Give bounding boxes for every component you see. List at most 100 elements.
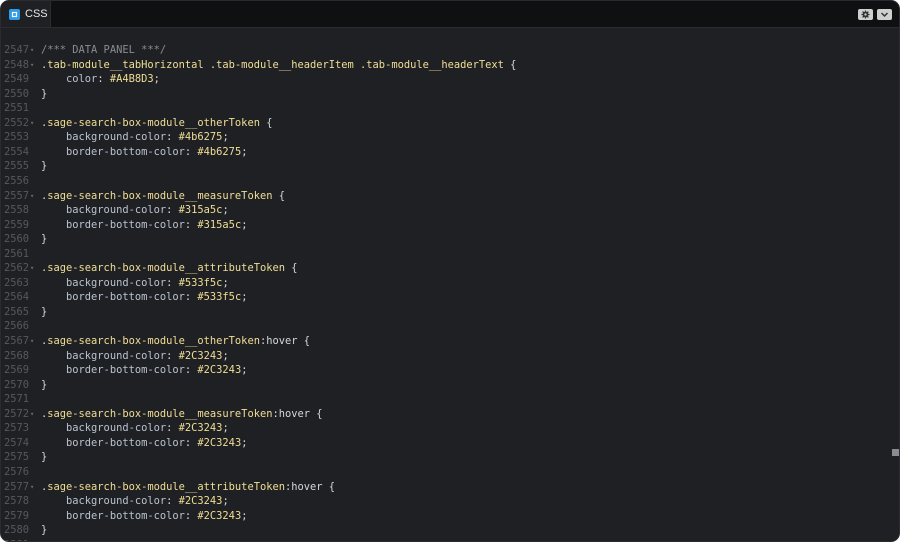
code-line[interactable]: 2566: [1, 319, 881, 334]
code-text: background-color: #4b6275;: [41, 130, 229, 145]
code-line[interactable]: 2577 ▾ .sage-search-box-module__attributeT…: [1, 480, 881, 495]
code-lines[interactable]: 2547 ▾/*** DATA PANEL ***/2548 ▾ .tab-modul…: [1, 28, 899, 541]
line-number: 2556: [4, 174, 30, 187]
code-line[interactable]: 2563 background-color: #533f5c;: [1, 276, 881, 291]
fold-arrow-icon[interactable]: ▾: [30, 116, 34, 131]
code-token: #2C3243: [178, 495, 223, 508]
code-token: }: [41, 305, 48, 318]
code-line[interactable]: 2580}: [1, 523, 881, 538]
code-line[interactable]: 2549 color: #A4B8D3;: [1, 72, 881, 87]
fold-arrow-icon[interactable]: ▾: [30, 43, 34, 58]
code-token: :hover: [284, 480, 323, 493]
code-line[interactable]: 2551: [1, 101, 881, 116]
code-line[interactable]: 2553 background-color: #4b6275;: [1, 130, 881, 145]
code-token: :: [184, 509, 198, 522]
code-line[interactable]: 2578 background-color: #2C3243;: [1, 494, 881, 509]
code-token: #2C3243: [197, 364, 242, 377]
line-number: 2552: [4, 116, 30, 129]
code-text: .sage-search-box-module__measureToken {: [41, 189, 285, 204]
line-number: 2567: [4, 335, 30, 347]
code-line[interactable]: 2569 border-bottom-color: #2C3243;: [1, 363, 881, 378]
code-line[interactable]: 2574 border-bottom-color: #2C3243;: [1, 436, 881, 451]
line-number: 2574: [4, 436, 30, 449]
fold-arrow-icon[interactable]: ▾: [30, 58, 34, 73]
code-token: :: [166, 131, 179, 144]
code-line[interactable]: 2554 border-bottom-color: #4b6275;: [1, 145, 881, 160]
code-line[interactable]: 2565}: [1, 305, 881, 320]
code-line[interactable]: 2555}: [1, 159, 881, 174]
code-token: :hover: [272, 407, 311, 420]
code-line[interactable]: 2570}: [1, 378, 881, 393]
code-line[interactable]: 2562 ▾ .sage-search-box-module__attributeT…: [1, 261, 881, 276]
fold-arrow-icon[interactable]: ▾: [30, 480, 34, 495]
line-number: 2580: [4, 524, 30, 537]
code-line[interactable]: 2558 background-color: #315a5c;: [1, 203, 881, 218]
scrollbar-marker[interactable]: [892, 449, 899, 456]
code-text: }: [41, 378, 47, 393]
code-line[interactable]: 2568 background-color: #2C3243;: [1, 349, 881, 364]
code-text: .sage-search-box-module__attributeToken …: [41, 261, 298, 276]
code-line[interactable]: 2550}: [1, 87, 881, 102]
code-text: border-bottom-color: #2C3243;: [41, 436, 247, 451]
code-token: ;: [222, 204, 229, 217]
code-token: .tab-module__tabHorizontal .tab-module__…: [41, 58, 504, 71]
code-token: :: [184, 436, 198, 449]
code-token: background-color: [41, 349, 167, 362]
code-line[interactable]: 2564 border-bottom-color: #533f5c;: [1, 290, 881, 305]
code-token: {: [322, 480, 336, 493]
code-token: }: [41, 451, 48, 464]
code-token: ;: [241, 364, 248, 377]
code-line[interactable]: 2572 ▾ .sage-search-box-module__measureTok…: [1, 407, 881, 422]
code-line[interactable]: 2552 ▾ .sage-search-box-module__otherToken…: [1, 116, 881, 131]
code-text: }: [41, 232, 47, 247]
code-line[interactable]: 2559 border-bottom-color: #315a5c;: [1, 218, 881, 233]
line-number: 2553: [4, 131, 30, 144]
code-line[interactable]: 2581: [1, 538, 881, 541]
code-line[interactable]: 2556: [1, 174, 881, 189]
line-number: 2577: [4, 480, 30, 493]
dropdown-button[interactable]: [877, 9, 892, 20]
code-line[interactable]: 2567 ▾ .sage-search-box-module__otherToken…: [1, 334, 881, 349]
code-text: border-bottom-color: #315a5c;: [41, 218, 247, 233]
code-text: border-bottom-color: #2C3243;: [41, 363, 247, 378]
code-token: }: [41, 378, 48, 391]
code-text: .tab-module__tabHorizontal .tab-module__…: [41, 58, 516, 73]
settings-button[interactable]: [858, 9, 873, 20]
code-token: border-bottom-color: [41, 364, 185, 377]
code-text: }: [41, 523, 47, 538]
fold-arrow-icon[interactable]: ▾: [30, 189, 34, 204]
code-line[interactable]: 2573 background-color: #2C3243;: [1, 421, 881, 436]
code-token: :: [184, 291, 198, 304]
code-line[interactable]: 2576: [1, 465, 881, 480]
code-line[interactable]: 2547 ▾ /*** DATA PANEL ***/: [1, 43, 881, 58]
code-text: color: #A4B8D3;: [41, 72, 160, 87]
code-text: background-color: #2C3243;: [41, 349, 229, 364]
line-number: 2572: [4, 407, 30, 420]
tab-css[interactable]: CSS: [1, 1, 51, 27]
code-token: :: [184, 145, 198, 158]
code-line[interactable]: 2579 border-bottom-color: #2C3243;: [1, 509, 881, 524]
code-line[interactable]: 2571: [1, 392, 881, 407]
code-token: border-bottom-color: [41, 145, 185, 158]
fold-arrow-icon[interactable]: ▾: [30, 261, 34, 276]
fold-arrow-icon[interactable]: ▾: [30, 334, 34, 349]
code-editor[interactable]: 2547 ▾/*** DATA PANEL ***/2548 ▾ .tab-modul…: [1, 28, 899, 541]
code-token: ;: [241, 509, 248, 522]
line-number: 2566: [4, 320, 30, 333]
code-token: .sage-search-box-module__measureToken: [41, 407, 273, 420]
code-line[interactable]: 2575}: [1, 450, 881, 465]
code-token: ;: [241, 291, 248, 304]
code-token: .sage-search-box-module__otherToken: [41, 116, 260, 129]
code-token: border-bottom-color: [41, 291, 185, 304]
line-number: 2562: [4, 262, 30, 275]
code-token: #2C3243: [197, 436, 242, 449]
tab-bar: CSS: [1, 1, 899, 28]
code-line[interactable]: 2548 ▾ .tab-module__tabHorizontal .tab-mod…: [1, 58, 881, 73]
code-token: /*** DATA PANEL ***/: [41, 44, 167, 56]
code-line[interactable]: 2560}: [1, 232, 881, 247]
line-number: 2560: [4, 233, 30, 246]
code-line[interactable]: 2557 ▾ .sage-search-box-module__measureTok…: [1, 189, 881, 204]
fold-arrow-icon[interactable]: ▾: [30, 407, 34, 422]
code-line[interactable]: 2561: [1, 247, 881, 262]
code-token: .sage-search-box-module__otherToken: [41, 335, 260, 347]
